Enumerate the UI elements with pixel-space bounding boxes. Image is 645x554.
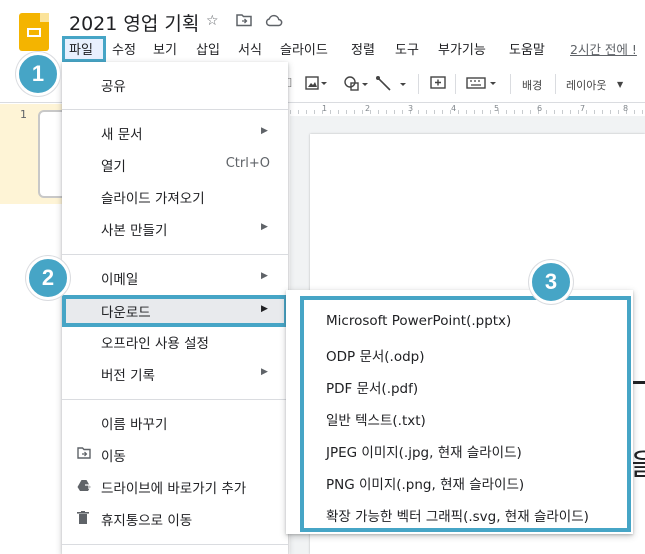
- download-png[interactable]: PNG 이미지(.png, 현재 슬라이드): [326, 473, 524, 493]
- last-edit-link[interactable]: 2시간 전에 !: [570, 39, 637, 58]
- menu-help[interactable]: 도움말: [509, 39, 545, 58]
- submenu-arrow-icon: ▶: [261, 126, 268, 136]
- file-menu-share[interactable]: 공유: [62, 70, 288, 100]
- file-menu-open[interactable]: 열기 Ctrl+O: [62, 150, 288, 180]
- download-svg[interactable]: 확장 가능한 벡터 그래픽(.svg, 현재 슬라이드): [326, 505, 589, 525]
- slide-number: 1: [20, 108, 27, 121]
- step-badge-2: 2: [26, 256, 70, 300]
- ruler-number: 7: [580, 104, 586, 113]
- submenu-arrow-icon: ▶: [261, 222, 268, 232]
- menu-item-label: 버전 기록: [101, 368, 155, 384]
- slide-title-fragment: [632, 350, 645, 384]
- file-menu-new[interactable]: 새 문서 ▶: [62, 118, 288, 148]
- star-icon[interactable]: ☆: [206, 13, 219, 29]
- ruler-number: 3: [408, 104, 414, 113]
- move-folder-icon: [77, 447, 91, 463]
- file-menu-email[interactable]: 이메일 ▶: [62, 263, 288, 293]
- download-txt[interactable]: 일반 텍스트(.txt): [326, 409, 426, 429]
- file-menu: 공유 새 문서 ▶ 열기 Ctrl+O 슬라이드 가져오기 사본 만들기 ▶ 이…: [62, 62, 288, 554]
- menu-item-label: 다운로드: [101, 305, 151, 321]
- menu-item-label: 공유: [101, 79, 126, 95]
- menu-edit[interactable]: 수정: [112, 39, 136, 58]
- trash-icon: [77, 511, 89, 528]
- download-pdf[interactable]: PDF 문서(.pdf): [326, 377, 418, 397]
- drive-shortcut-icon: [77, 479, 91, 495]
- menu-insert[interactable]: 삽입: [196, 39, 220, 58]
- ruler-number: 2: [365, 104, 371, 113]
- menu-item-label: 슬라이드 가져오기: [101, 191, 205, 207]
- download-pptx[interactable]: Microsoft PowerPoint(.pptx): [326, 313, 511, 329]
- file-menu-make-copy[interactable]: 사본 만들기 ▶: [62, 214, 288, 244]
- menu-view[interactable]: 보기: [153, 39, 177, 58]
- file-menu-rename[interactable]: 이름 바꾸기: [62, 408, 288, 438]
- menu-format[interactable]: 서식: [238, 39, 262, 58]
- input-tools-icon[interactable]: [466, 76, 500, 94]
- menu-file[interactable]: 파일: [69, 39, 93, 58]
- shape-icon[interactable]: [344, 76, 368, 96]
- menu-addons[interactable]: 부가기능: [438, 39, 486, 58]
- ruler-number: 8: [623, 104, 629, 113]
- shortcut-label: Ctrl+O: [225, 156, 270, 171]
- slides-logo[interactable]: [19, 13, 49, 51]
- menu-item-label: 이름 바꾸기: [101, 417, 168, 433]
- menu-item-label: 새 문서: [101, 127, 143, 143]
- menu-item-label: 이메일: [101, 272, 139, 288]
- menu-tools[interactable]: 도구: [395, 39, 419, 58]
- ruler-number: 1: [322, 104, 328, 113]
- step-badge-1: 1: [16, 52, 60, 96]
- ruler-number: 4: [451, 104, 457, 113]
- menu-item-label: 휴지통으로 이동: [101, 513, 193, 529]
- cloud-status-icon[interactable]: [265, 13, 283, 31]
- file-menu-move[interactable]: 이동: [62, 440, 288, 470]
- submenu-arrow-icon: ▶: [261, 367, 268, 377]
- file-menu-import-slides[interactable]: 슬라이드 가져오기: [62, 182, 288, 212]
- file-menu-offline[interactable]: 오프라인 사용 설정: [62, 327, 288, 357]
- download-jpg[interactable]: JPEG 이미지(.jpg, 현재 슬라이드): [326, 441, 522, 461]
- ruler-number: 5: [494, 104, 500, 113]
- ruler-number: 6: [537, 104, 543, 113]
- add-comment-icon[interactable]: [430, 76, 446, 96]
- file-menu-add-shortcut[interactable]: 드라이브에 바로가기 추가: [62, 472, 288, 502]
- layout-dropdown-icon[interactable]: ▼: [617, 80, 623, 89]
- layout-button[interactable]: 레이아웃: [566, 77, 606, 93]
- menu-item-label: 오프라인 사용 설정: [101, 336, 209, 352]
- menu-item-label: 사본 만들기: [101, 223, 168, 239]
- slides-logo-icon: [27, 28, 41, 37]
- download-submenu: Microsoft PowerPoint(.pptx) ODP 문서(.odp)…: [300, 296, 631, 532]
- download-odp[interactable]: ODP 문서(.odp): [326, 345, 425, 365]
- horizontal-ruler: 1 2 3 4 5 6 7 8: [290, 103, 645, 115]
- file-menu-trash[interactable]: 휴지통으로 이동: [62, 504, 288, 534]
- menu-item-label: 열기: [101, 159, 126, 175]
- menu-arrange[interactable]: 정렬: [351, 39, 375, 58]
- step-badge-3: 3: [529, 260, 573, 304]
- submenu-arrow-icon: ▶: [261, 271, 268, 281]
- menu-item-label: 이동: [101, 449, 126, 465]
- file-menu-download[interactable]: 다운로드 ▶: [62, 296, 288, 326]
- line-icon[interactable]: [376, 76, 410, 96]
- menu-slide[interactable]: 슬라이드: [280, 39, 328, 58]
- image-icon[interactable]: [305, 76, 327, 94]
- submenu-arrow-icon: ▶: [261, 304, 268, 314]
- background-button[interactable]: 배경: [522, 77, 542, 93]
- menu-item-label: 드라이브에 바로가기 추가: [101, 481, 247, 497]
- move-folder-icon[interactable]: [236, 13, 252, 31]
- file-menu-version-history[interactable]: 버전 기록 ▶: [62, 359, 288, 389]
- document-title[interactable]: 2021 영업 기획: [69, 9, 199, 36]
